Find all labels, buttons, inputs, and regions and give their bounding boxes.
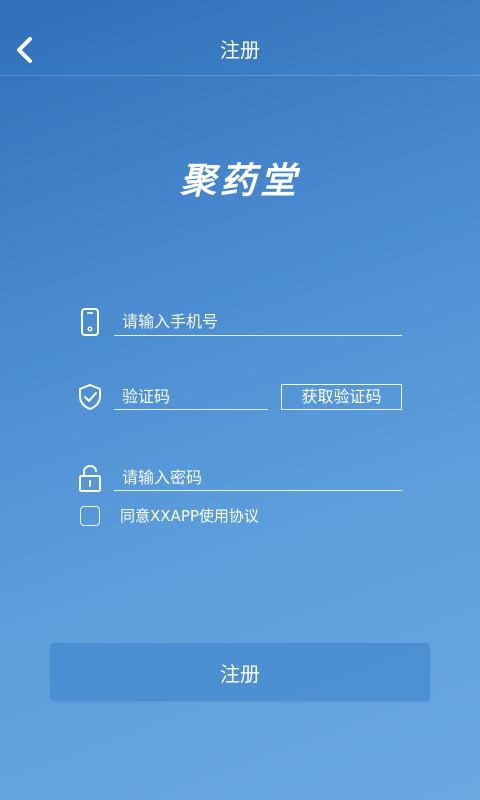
lock-icon	[76, 462, 104, 494]
agree-label[interactable]: 同意XXAPP使用协议	[120, 505, 259, 526]
phone-input[interactable]	[114, 308, 402, 335]
password-input[interactable]	[114, 464, 402, 490]
code-field	[114, 383, 268, 410]
code-input[interactable]	[114, 383, 268, 409]
shield-check-icon	[76, 382, 104, 412]
get-code-button[interactable]: 获取验证码	[281, 384, 402, 410]
page-title: 注册	[220, 38, 260, 62]
phone-field	[114, 308, 402, 336]
top-bar: 注册	[0, 0, 480, 76]
app-logo: 聚药堂	[179, 160, 300, 202]
agreement-row: 同意XXAPP使用协议	[80, 505, 259, 526]
register-button[interactable]: 注册	[50, 643, 430, 701]
phone-icon	[76, 306, 104, 338]
password-field	[114, 464, 402, 491]
agree-checkbox[interactable]	[80, 505, 100, 526]
register-button-label: 注册	[220, 661, 260, 686]
